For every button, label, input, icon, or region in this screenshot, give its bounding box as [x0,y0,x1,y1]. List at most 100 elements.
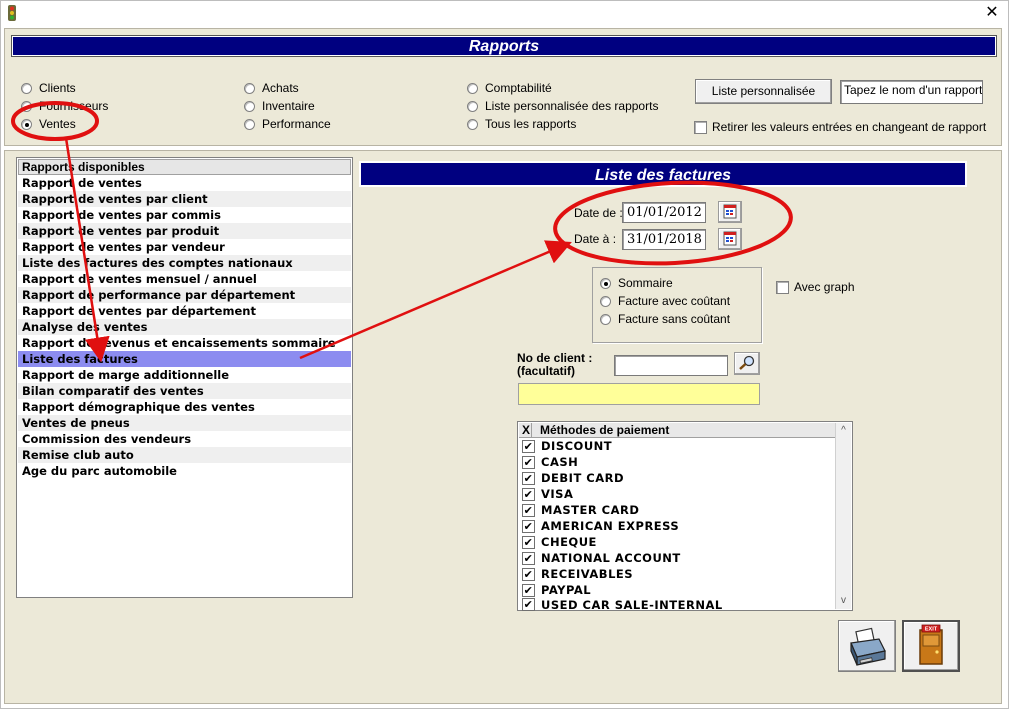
radio-liste-personnalisee[interactable]: Liste personnalisée des rapports [467,98,658,114]
report-list-item[interactable]: Rapport démographique des ventes [18,399,351,415]
payment-method-row[interactable]: ✔ VISA [519,486,835,502]
date-to-calendar-button[interactable] [718,228,742,250]
payment-method-checkbox[interactable]: ✔ [522,567,535,581]
exit-door-icon: EXIT [919,624,943,665]
report-list-item[interactable]: Rapport de revenus et encaissements somm… [18,335,351,351]
print-button[interactable] [838,620,896,672]
exit-button[interactable]: EXIT [902,620,960,672]
report-list-item[interactable]: Rapport de ventes [18,175,351,191]
radio-inventaire[interactable]: Inventaire [244,98,331,114]
calendar-icon [723,231,737,246]
report-list-item[interactable]: Analyse des ventes [18,319,351,335]
radio-clients[interactable]: Clients [21,80,108,96]
page-title: Rapports [11,35,997,57]
payment-method-row[interactable]: ✔ RECEIVABLES [519,566,835,582]
payment-method-row[interactable]: ✔ USED CAR SALE-INTERNAL [519,598,835,611]
report-list-item[interactable]: Rapport de ventes par commis [18,207,351,223]
report-list-item[interactable]: Bilan comparatif des ventes [18,383,351,399]
report-list-item[interactable]: Liste des factures [18,351,351,367]
date-from-input[interactable]: 01/01/2012 [622,202,706,223]
graph-option[interactable]: Avec graph [776,280,855,294]
custom-list-button[interactable]: Liste personnalisée [695,79,832,104]
payment-method-row[interactable]: ✔ PAYPAL [519,582,835,598]
clear-values-label: Retirer les valeurs entrées en changeant… [712,120,987,134]
payment-method-label: MASTER CARD [541,503,640,517]
date-to-input[interactable]: 31/01/2018 [622,229,706,250]
section-title: Liste des factures [359,161,967,187]
report-list-item[interactable]: Rapport de ventes mensuel / annuel [18,271,351,287]
radio-sommaire[interactable]: Sommaire [600,275,730,291]
client-name-field [518,383,760,405]
radio-facture-sans-coutant[interactable]: Facture sans coûtant [600,311,730,327]
payment-method-checkbox[interactable]: ✔ [522,439,535,453]
report-list-item[interactable]: Remise club auto [18,447,351,463]
clear-values-checkbox[interactable] [694,120,707,134]
radio-achats[interactable]: Achats [244,80,331,96]
report-list-item[interactable]: Rapport de ventes par département [18,303,351,319]
payment-method-label: VISA [541,487,574,501]
payment-method-label: NATIONAL ACCOUNT [541,551,681,565]
report-list-item[interactable]: Commission des vendeurs [18,431,351,447]
client-label: No de client : (facultatif) [517,351,593,378]
category-group-2: Achats Inventaire Performance [244,80,331,132]
report-list-item[interactable]: Rapport de ventes par client [18,191,351,207]
payment-method-checkbox[interactable]: ✔ [522,519,535,533]
radio-fournisseurs[interactable]: Fournisseurs [21,98,108,114]
payment-method-row[interactable]: ✔ DEBIT CARD [519,470,835,486]
payment-method-row[interactable]: ✔ DISCOUNT [519,438,835,454]
report-list-item[interactable]: Liste des factures des comptes nationaux [18,255,351,271]
exit-sign-text: EXIT [925,627,938,633]
scroll-down-arrow[interactable]: v [836,593,851,609]
date-from-label: Date de : [574,206,623,220]
payment-method-checkbox[interactable]: ✔ [522,471,535,485]
payment-method-row[interactable]: ✔ AMERICAN EXPRESS [519,518,835,534]
graph-checkbox[interactable] [776,280,789,294]
payment-method-label: AMERICAN EXPRESS [541,519,680,533]
payment-method-label: USED CAR SALE-INTERNAL [541,598,723,611]
radio-performance[interactable]: Performance [244,116,331,132]
calendar-icon [723,204,737,219]
date-from-calendar-button[interactable] [718,201,742,223]
search-icon [739,355,755,370]
payment-method-label: PAYPAL [541,583,592,597]
radio-comptabilite[interactable]: Comptabilité [467,80,658,96]
payment-method-checkbox[interactable]: ✔ [522,535,535,549]
payment-method-label: CHEQUE [541,535,597,549]
report-list-item[interactable]: Rapport de marge additionnelle [18,367,351,383]
radio-ventes[interactable]: Ventes [21,116,108,132]
payment-method-checkbox[interactable]: ✔ [522,487,535,501]
report-name-input[interactable]: Tapez le nom d'un rapport [840,80,983,104]
category-group-3: Comptabilité Liste personnalisée des rap… [467,80,658,132]
payment-method-checkbox[interactable]: ✔ [522,583,535,597]
report-list-item[interactable]: Rapport de performance par département [18,287,351,303]
payment-method-label: RECEIVABLES [541,567,634,581]
client-search-button[interactable] [734,352,760,375]
payment-method-label: DISCOUNT [541,439,613,453]
payment-methods-header: X Méthodes de paiement [519,423,835,438]
payment-method-row[interactable]: ✔ MASTER CARD [519,502,835,518]
payment-method-checkbox[interactable]: ✔ [522,455,535,469]
payment-method-checkbox[interactable]: ✔ [522,503,535,517]
invoice-options: Sommaire Facture avec coûtant Facture sa… [600,275,730,327]
radio-tous-rapports[interactable]: Tous les rapports [467,116,658,132]
report-list-item[interactable]: Rapport de ventes par produit [18,223,351,239]
category-group-1: Clients Fournisseurs Ventes [21,80,108,132]
graph-label: Avec graph [794,280,855,294]
payment-method-checkbox[interactable]: ✔ [522,598,535,611]
client-number-input[interactable] [614,355,728,376]
close-button[interactable]: ✕ [976,2,1008,26]
scroll-up-arrow[interactable]: ^ [836,423,851,439]
payment-method-label: DEBIT CARD [541,471,625,485]
radio-facture-avec-coutant[interactable]: Facture avec coûtant [600,293,730,309]
report-list-item[interactable]: Rapport de ventes par vendeur [18,239,351,255]
report-list-item[interactable]: Ventes de pneus [18,415,351,431]
printer-icon [850,627,886,666]
payment-method-row[interactable]: ✔ NATIONAL ACCOUNT [519,550,835,566]
payment-method-row[interactable]: ✔ CASH [519,454,835,470]
payment-method-checkbox[interactable]: ✔ [522,551,535,565]
payment-method-row[interactable]: ✔ CHEQUE [519,534,835,550]
traffic-light-icon [8,5,16,21]
payment-methods-scrollbar[interactable]: ^ v [835,423,851,609]
clear-values-option[interactable]: Retirer les valeurs entrées en changeant… [694,120,986,134]
report-list-item[interactable]: Age du parc automobile [18,463,351,479]
